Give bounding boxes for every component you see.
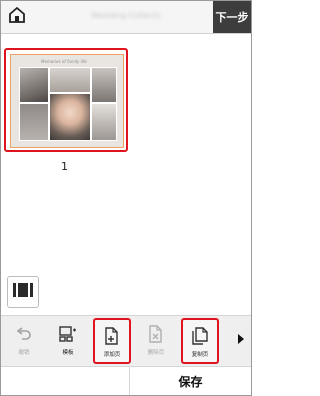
delete-page-button[interactable]: 删除页 <box>137 318 175 364</box>
photo-slot <box>49 67 91 93</box>
page-list: Memories of family life 1 <box>1 34 251 274</box>
add-page-icon <box>101 326 123 346</box>
bottom-bar: 保存 <box>1 366 251 395</box>
save-button[interactable]: 保存 <box>130 367 251 395</box>
photo-slot <box>19 67 49 103</box>
page-preview: Memories of family life <box>10 54 124 148</box>
copy-page-label: 复制页 <box>191 352 209 358</box>
photo-slot <box>19 103 49 141</box>
home-button[interactable] <box>5 5 29 29</box>
app-frame: Wedding Collection Album 下一步 Memories of… <box>0 0 252 396</box>
photo-slot <box>91 67 117 103</box>
photo-slot <box>91 103 117 141</box>
page-thumbnail-selected[interactable]: Memories of family life <box>4 48 128 152</box>
home-icon <box>8 6 26 28</box>
photo-slot <box>49 93 91 141</box>
undo-label: 撤销 <box>18 350 30 356</box>
undo-icon <box>13 324 35 344</box>
toolbar-next-button[interactable] <box>233 330 249 350</box>
bottom-left-empty <box>1 367 130 395</box>
filmstrip-icon <box>13 282 33 302</box>
chevron-right-icon <box>237 330 245 349</box>
add-page-label: 添加页 <box>103 352 121 358</box>
edit-toolbar: 撤销 模板 添加页 删除页 复制页 <box>1 315 251 366</box>
undo-button[interactable]: 撤销 <box>5 318 43 364</box>
view-layout-button[interactable] <box>7 276 39 308</box>
delete-page-label: 删除页 <box>147 350 165 356</box>
page-number: 1 <box>61 160 68 173</box>
template-button[interactable]: 模板 <box>49 318 87 364</box>
copy-page-icon <box>189 326 211 346</box>
copy-page-button[interactable]: 复制页 <box>181 318 219 364</box>
delete-page-icon <box>145 324 167 344</box>
collage-title: Memories of family life <box>41 59 87 64</box>
document-title: Wedding Collection Album <box>91 11 161 20</box>
top-bar: Wedding Collection Album 下一步 <box>1 1 251 34</box>
add-page-button[interactable]: 添加页 <box>93 318 131 364</box>
next-step-button[interactable]: 下一步 <box>213 1 251 33</box>
template-icon <box>57 324 79 344</box>
template-label: 模板 <box>62 350 74 356</box>
